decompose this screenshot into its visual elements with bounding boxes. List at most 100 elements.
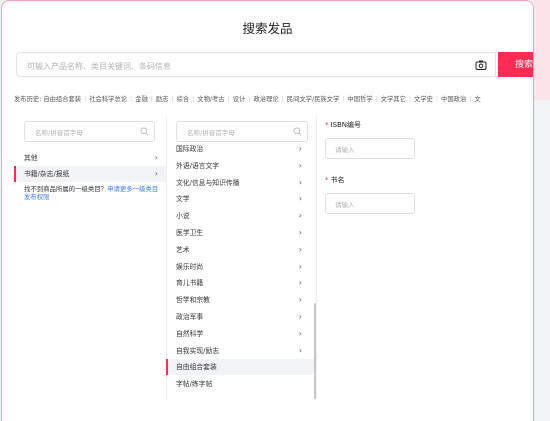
category-level2-item[interactable]: 小说 › xyxy=(166,208,316,224)
chevron-right-icon: › xyxy=(298,295,302,305)
history-item[interactable]: 中国哲学 xyxy=(347,94,372,103)
category-level2-item[interactable]: 自我实现/励志 › xyxy=(166,343,316,359)
chevron-right-icon: › xyxy=(298,312,302,321)
publish-history: 发布历史: 自由组合套装 | 社会科学总论 | 金融 | 励志 | 综合 | 文物/考古 | 设计 | 政治… xyxy=(14,94,481,103)
chevron-right-icon: › xyxy=(298,194,302,204)
history-label: 发布历史: xyxy=(14,96,42,103)
search-icon xyxy=(140,127,149,136)
hint-text: 找不到商品所属的一级类目？ xyxy=(24,185,108,193)
history-item[interactable]: 自由组合套装 xyxy=(43,94,81,103)
category-item-label: 育儿书籍 xyxy=(176,279,204,288)
category-item-label: 外语/语言文字 xyxy=(176,161,220,170)
history-items: 自由组合套装 | 社会科学总论 | 金融 | 励志 | 综合 | 文物/考古 | 设计 | 政治理论 | 民间文… xyxy=(43,94,480,103)
history-separator: | xyxy=(469,96,472,103)
chevron-right-icon: › xyxy=(298,228,302,237)
history-separator: | xyxy=(281,96,284,103)
history-item[interactable]: 综合 xyxy=(177,94,190,103)
history-item[interactable]: 文学史 xyxy=(414,94,433,103)
history-separator: | xyxy=(192,96,195,103)
category-level2-item[interactable]: 国际政治 › xyxy=(166,141,316,157)
history-separator: | xyxy=(171,96,174,103)
history-item[interactable]: 民间文学/民族文学 xyxy=(287,94,340,103)
chevron-right-icon: › xyxy=(298,345,302,355)
search-button[interactable]: 搜索 xyxy=(498,52,533,77)
category-item-label: 书籍/杂志/报纸 xyxy=(24,170,70,178)
level1-search-box xyxy=(24,121,155,142)
history-separator: | xyxy=(227,96,230,103)
category-level2-item[interactable]: 艺术 › xyxy=(166,242,316,258)
category-item-label: 哲学和宗教 xyxy=(176,296,210,305)
background-panel-edge xyxy=(534,0,550,100)
category-level2-item[interactable]: 自然科学 › xyxy=(166,326,316,342)
history-separator: | xyxy=(342,96,345,103)
history-separator: | xyxy=(408,96,412,103)
history-item[interactable]: 励志 xyxy=(156,94,169,103)
category-level2-item[interactable]: 政治军事 › xyxy=(166,309,316,325)
category-item-label: 政治军事 xyxy=(176,313,204,321)
chevron-right-icon: › xyxy=(154,153,158,162)
search-input[interactable] xyxy=(25,57,449,75)
book-title-label-text: 书名 xyxy=(330,176,345,184)
history-item[interactable]: 文物/考古 xyxy=(197,94,224,103)
chevron-right-icon: › xyxy=(298,177,302,187)
category-level1-panel: 其他 › 书籍/杂志/报纸 › 找不到商品所属的一级类目？申请更多一级类目发布权… xyxy=(14,116,167,401)
category-level2-item[interactable]: 娱乐时尚 › xyxy=(166,259,316,275)
category-item-label: 小说 xyxy=(176,212,190,221)
category-item-label: 字帖/练字帖 xyxy=(176,380,213,389)
level2-search-box xyxy=(176,121,308,142)
history-separator: | xyxy=(375,96,378,103)
level2-search-input[interactable] xyxy=(185,126,279,140)
category-item-label: 自由组合套装 xyxy=(176,363,217,372)
history-item[interactable]: 中国政治 xyxy=(441,94,466,103)
history-separator: | xyxy=(435,96,439,103)
history-item[interactable]: 文学其它 xyxy=(381,94,406,103)
dialog-title: 搜索发品 xyxy=(242,21,293,36)
category-level2-item[interactable]: 育儿书籍 › xyxy=(166,275,316,291)
category-level2-item[interactable]: 字帖/练字帖 xyxy=(166,376,316,392)
required-mark: * xyxy=(325,121,329,129)
chevron-right-icon: › xyxy=(298,144,302,153)
search-bar xyxy=(16,52,496,77)
history-item[interactable]: 政治理论 xyxy=(253,94,278,103)
category-level2-item[interactable]: 文学 › xyxy=(166,191,316,207)
isbn-label: * ISBN编号 xyxy=(325,120,361,130)
search-icon xyxy=(293,127,302,136)
book-title-field xyxy=(325,193,415,214)
isbn-field xyxy=(325,138,415,159)
category-permission-hint: 找不到商品所属的一级类目？申请更多一级类目发布权限 xyxy=(24,185,164,201)
required-mark: * xyxy=(325,176,329,184)
chevron-right-icon: › xyxy=(298,278,302,288)
category-level2-item[interactable]: 哲学和宗教 › xyxy=(166,292,316,308)
history-separator: | xyxy=(248,96,251,103)
search-publish-dialog: 搜索发品 搜索 发布历史: 自由组合套装|社会科学总论|金融|励志|综合|文物/… xyxy=(1,0,534,421)
isbn-input[interactable] xyxy=(333,143,411,157)
attribute-form-panel: *ISBN编号 *书名 xyxy=(317,116,533,401)
history-item[interactable]: 设计 xyxy=(233,94,246,103)
category-item-other[interactable]: 其他 › xyxy=(14,150,166,166)
history-item[interactable]: 文 xyxy=(474,94,480,103)
history-separator: | xyxy=(84,96,87,103)
history-separator: | xyxy=(150,96,153,103)
chevron-right-icon: › xyxy=(298,160,302,170)
chevron-right-icon: › xyxy=(298,328,302,338)
isbn-label-text: ISBN编号 xyxy=(330,121,362,129)
chevron-right-icon: › xyxy=(154,169,158,178)
category-item-label: 自我实现/励志 xyxy=(176,346,220,355)
category-level2-item[interactable]: 外语/语言文字 › xyxy=(166,158,316,174)
book-title-input[interactable] xyxy=(333,198,411,212)
history-item[interactable]: 社会科学总论 xyxy=(89,94,127,103)
history-separator: | xyxy=(130,96,133,103)
book-title-label: * 书名 xyxy=(325,175,345,185)
category-level2-panel: 国际政治›外语/语言文字›文化/信息与知识传播›文学›小说›医学卫生›艺术›娱乐… xyxy=(166,116,317,401)
level1-search-input[interactable] xyxy=(33,126,127,140)
category-level2-item[interactable]: 自由组合套装 xyxy=(166,359,316,376)
category-item-label: 艺术 xyxy=(176,245,190,254)
category-item-label: 文学 xyxy=(176,195,190,204)
category-item-label: 医学卫生 xyxy=(176,229,204,237)
category-level2-item[interactable]: 文化/信息与知识传播 › xyxy=(166,175,316,191)
category-item-books[interactable]: 书籍/杂志/报纸 › xyxy=(14,166,166,182)
category-item-label: 国际政治 xyxy=(176,145,204,153)
camera-icon[interactable] xyxy=(475,59,487,71)
category-level2-item[interactable]: 医学卫生 › xyxy=(166,225,316,241)
history-item[interactable]: 金融 xyxy=(135,94,148,103)
